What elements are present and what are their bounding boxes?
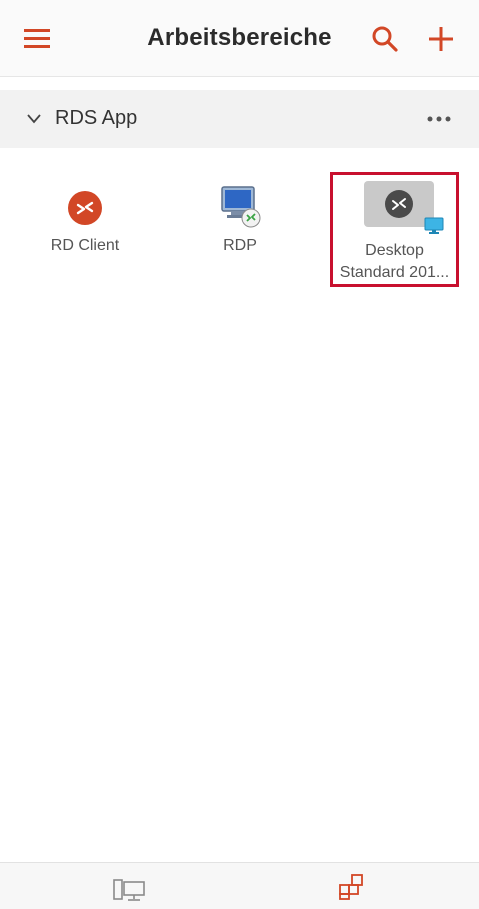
app-tile-desktop-standard[interactable]: Desktop Standard 201... <box>330 172 459 287</box>
pc-icon[interactable] <box>112 877 146 903</box>
app-tile-label-line2: Standard 201... <box>339 264 450 281</box>
workspace-group-header[interactable]: RDS App <box>0 90 479 148</box>
page-title: Arbeitsbereiche <box>147 24 332 51</box>
search-icon[interactable] <box>370 24 400 54</box>
app-tile-label: RDP <box>223 237 257 254</box>
app-bar: Arbeitsbereiche <box>0 0 479 77</box>
workspace-group-name: RDS App <box>55 107 138 129</box>
app-tile-label: RD Client <box>50 237 120 254</box>
monitor-badge-icon <box>424 217 444 234</box>
rdp-monitor-icon <box>221 186 261 228</box>
remote-desktop-logo-icon <box>68 191 102 225</box>
apps-grid-icon[interactable] <box>338 873 366 901</box>
bottom-nav-bar <box>0 862 479 909</box>
chevron-down-icon[interactable] <box>26 112 42 126</box>
app-tile-label-line1: Desktop <box>365 242 424 259</box>
ellipsis-icon[interactable] <box>426 110 452 128</box>
app-tile-rd-client[interactable]: RD Client <box>30 185 140 275</box>
plus-icon[interactable] <box>426 24 456 54</box>
desktop-connection-icon <box>385 190 413 218</box>
app-tile-rdp[interactable]: RDP <box>185 185 295 275</box>
